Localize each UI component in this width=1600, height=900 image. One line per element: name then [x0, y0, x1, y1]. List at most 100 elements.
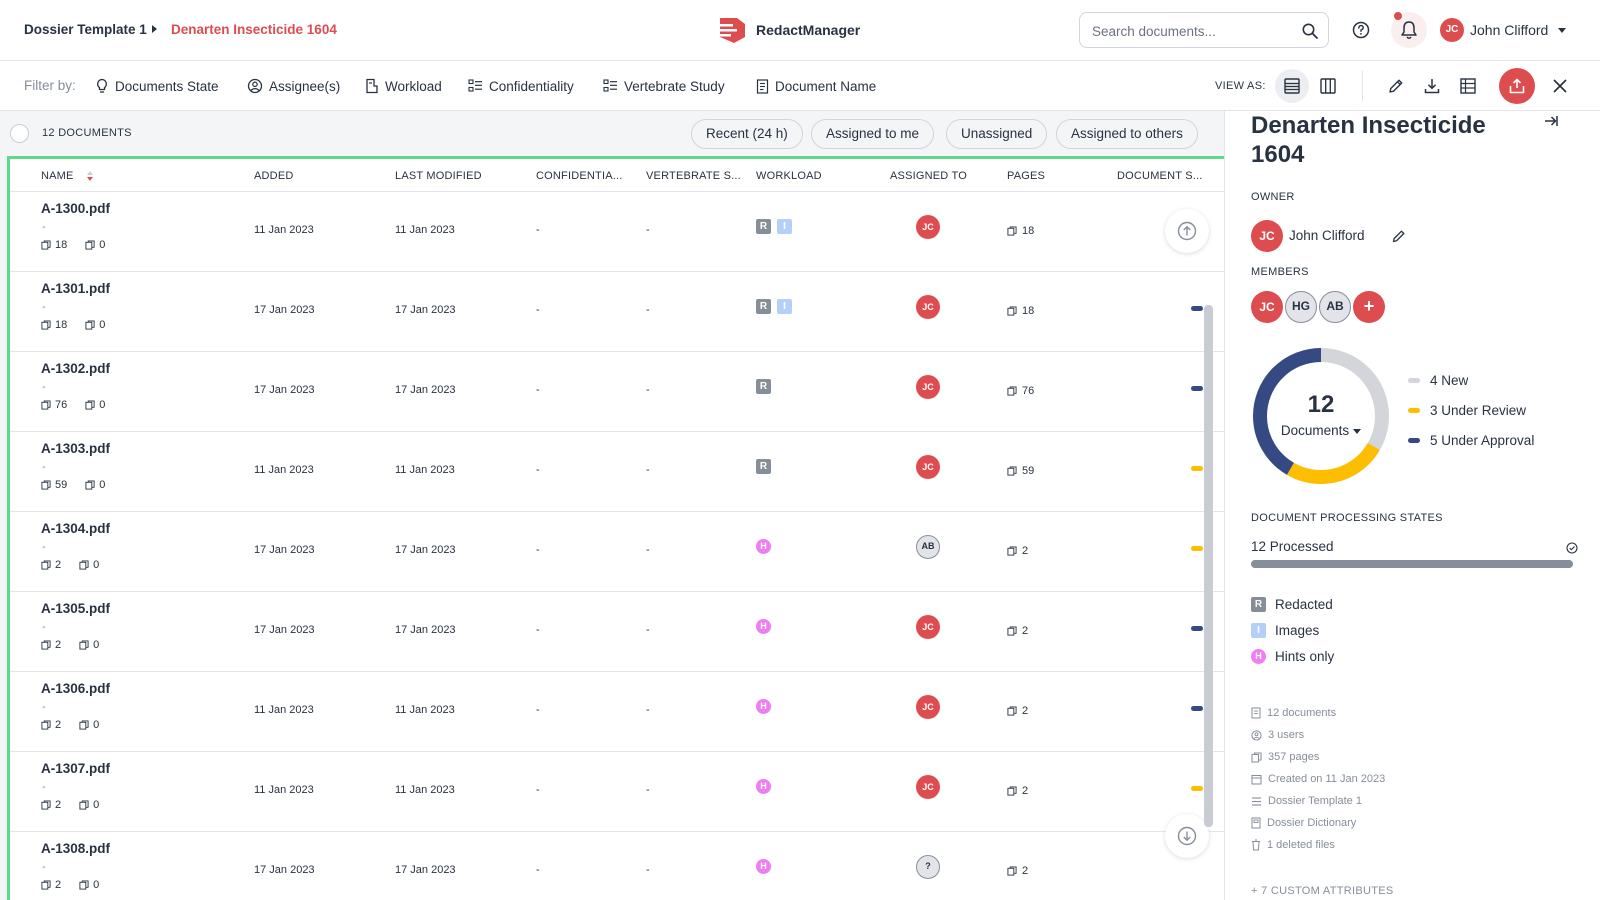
quick-filter-recent[interactable]: Recent (24 h)	[691, 119, 803, 149]
breadcrumb-dossier-template[interactable]: Dossier Template 1	[24, 22, 147, 37]
member-avatar-hg[interactable]: HG	[1285, 291, 1317, 323]
assignee-avatar[interactable]: AB	[916, 535, 940, 559]
file-name[interactable]: A-1301.pdf	[41, 281, 110, 296]
view-board-button[interactable]	[1311, 69, 1345, 103]
table-row[interactable]: A-1305.pdf -2 0 17 Jan 2023 17 Jan 2023- - H JC…	[10, 592, 1224, 672]
modified-date: 17 Jan 2023	[395, 544, 456, 556]
edit-dossier-button[interactable]	[1379, 69, 1413, 103]
file-name[interactable]: A-1302.pdf	[41, 361, 110, 376]
download-button[interactable]	[1415, 69, 1449, 103]
column-workload[interactable]: WORKLOAD	[756, 170, 822, 182]
filter-vertebrate-study[interactable]: Vertebrate Study	[603, 75, 725, 97]
table-row[interactable]: A-1304.pdf -2 0 17 Jan 2023 17 Jan 2023- - H AB…	[10, 512, 1224, 592]
redacted-badge-icon: R	[756, 219, 771, 234]
quick-filter-unassigned[interactable]: Unassigned	[946, 119, 1048, 149]
table-row[interactable]: A-1301.pdf -18 0 17 Jan 2023 17 Jan 2023- - R I…	[10, 272, 1224, 352]
file-name[interactable]: A-1307.pdf	[41, 761, 110, 776]
modified-date: 11 Jan 2023	[395, 464, 455, 476]
table-row[interactable]: A-1303.pdf -59 0 11 Jan 2023 11 Jan 2023- - R J…	[10, 432, 1224, 512]
file-name[interactable]: A-1306.pdf	[41, 681, 110, 696]
report-button[interactable]	[1451, 69, 1485, 103]
file-meta: 76 0	[41, 399, 105, 411]
column-document-state[interactable]: DOCUMENT S...	[1117, 170, 1203, 182]
assignee-avatar[interactable]: JC	[916, 695, 940, 719]
assignee-avatar[interactable]: ?	[916, 855, 940, 879]
assignee-avatar[interactable]: JC	[916, 615, 940, 639]
member-avatar-jc[interactable]: JC	[1251, 291, 1283, 323]
table-row[interactable]: A-1307.pdf -2 0 11 Jan 2023 11 Jan 2023- - H JC…	[10, 752, 1224, 832]
file-name[interactable]: A-1305.pdf	[41, 601, 110, 616]
modified-date: 11 Jan 2023	[395, 704, 455, 716]
scroll-to-top-button[interactable]	[1165, 209, 1209, 253]
filter-confidentiality[interactable]: Confidentiality	[468, 75, 574, 97]
file-pages-count: 2	[55, 719, 62, 731]
sort-icon[interactable]	[86, 170, 94, 182]
donut-documents-dropdown[interactable]: Documents	[1251, 423, 1391, 438]
column-added[interactable]: ADDED	[254, 170, 294, 182]
scroll-to-bottom-button[interactable]	[1165, 814, 1209, 858]
stat-documents: 12 documents	[1251, 707, 1336, 719]
upload-button[interactable]	[1499, 68, 1535, 104]
legend-under-approval[interactable]: 5 Under Approval	[1408, 433, 1534, 448]
assignee-avatar[interactable]: JC	[916, 215, 940, 239]
filter-workload[interactable]: Workload	[365, 75, 442, 97]
column-confidentiality[interactable]: CONFIDENTIA...	[536, 170, 623, 182]
search-icon[interactable]	[1301, 22, 1319, 40]
assignee-avatar[interactable]: JC	[916, 375, 940, 399]
file-meta: 20	[41, 559, 99, 571]
column-name[interactable]: NAME	[41, 170, 74, 182]
custom-attributes-link[interactable]: + 7 CUSTOM ATTRIBUTES	[1251, 885, 1394, 897]
stat-deleted-files[interactable]: 1 deleted files	[1251, 839, 1335, 851]
list-scrollbar[interactable]	[1204, 305, 1213, 827]
assignee-avatar[interactable]: JC	[916, 775, 940, 799]
help-icon[interactable]	[1350, 19, 1372, 41]
search-input[interactable]	[1092, 21, 1292, 41]
column-assigned-to[interactable]: ASSIGNED TO	[890, 170, 967, 182]
add-member-button[interactable]: +	[1353, 291, 1385, 323]
hints-badge-icon: H	[756, 779, 771, 794]
quick-filter-assigned-to-others[interactable]: Assigned to others	[1056, 119, 1198, 149]
close-button[interactable]	[1543, 69, 1577, 103]
table-row[interactable]: A-1300.pdf -18 0 11 Jan 2023 11 Jan 2023- - R I…	[10, 192, 1224, 272]
file-name[interactable]: A-1308.pdf	[41, 841, 110, 856]
collapse-panel-arrow-icon[interactable]	[1543, 113, 1559, 129]
filter-documents-state[interactable]: Documents State	[95, 75, 219, 97]
file-meta: 59 0	[41, 479, 105, 491]
user-avatar[interactable]: JC	[1440, 18, 1464, 42]
filter-assignees[interactable]: Assignee(s)	[247, 75, 340, 97]
legend-new-swatch	[1408, 378, 1420, 383]
file-subtitle: -	[42, 221, 46, 233]
legend-under-review[interactable]: 3 Under Review	[1408, 403, 1526, 418]
user-menu-caret-icon[interactable]	[1558, 28, 1566, 33]
table-row[interactable]: A-1306.pdf -2 0 11 Jan 2023 11 Jan 2023- - H JC…	[10, 672, 1224, 752]
member-avatar-ab[interactable]: AB	[1319, 291, 1351, 323]
column-pages[interactable]: PAGES	[1007, 170, 1045, 182]
list-attribute-icon	[603, 79, 617, 92]
breadcrumb-current-dossier[interactable]: Denarten Insecticide 1604	[171, 22, 337, 37]
view-list-button[interactable]	[1275, 69, 1309, 103]
assignee-avatar[interactable]: JC	[916, 295, 940, 319]
column-last-modified[interactable]: LAST MODIFIED	[395, 170, 482, 182]
table-report-icon	[1460, 78, 1476, 94]
file-name[interactable]: A-1300.pdf	[41, 201, 110, 216]
file-name[interactable]: A-1303.pdf	[41, 441, 110, 456]
assignee-avatar[interactable]: JC	[916, 455, 940, 479]
column-vertebrate-study[interactable]: VERTEBRATE S...	[646, 170, 741, 182]
user-name[interactable]: John Clifford	[1470, 22, 1548, 38]
select-all-checkbox[interactable]	[10, 124, 29, 143]
edit-owner-pencil-icon[interactable]	[1391, 228, 1407, 244]
confidentiality-value: -	[536, 544, 540, 556]
pages-count: 59	[1022, 465, 1035, 477]
pages-icon	[1007, 706, 1017, 716]
stat-dossier-template: Dossier Template 1	[1251, 795, 1362, 807]
document-state-indicator	[1191, 786, 1203, 791]
legend-new[interactable]: 4 New	[1408, 373, 1468, 388]
filter-label: Filter by:	[24, 78, 76, 93]
filter-document-name[interactable]: Document Name	[756, 75, 876, 97]
file-subtitle: -	[42, 461, 46, 473]
annotations-icon	[85, 240, 95, 250]
file-name[interactable]: A-1304.pdf	[41, 521, 110, 536]
table-row[interactable]: A-1308.pdf -2 0 17 Jan 2023 17 Jan 2023- - H? 2	[10, 832, 1224, 900]
quick-filter-assigned-to-me[interactable]: Assigned to me	[811, 119, 935, 149]
table-row[interactable]: A-1302.pdf -76 0 17 Jan 2023 17 Jan 2023- - R J…	[10, 352, 1224, 432]
